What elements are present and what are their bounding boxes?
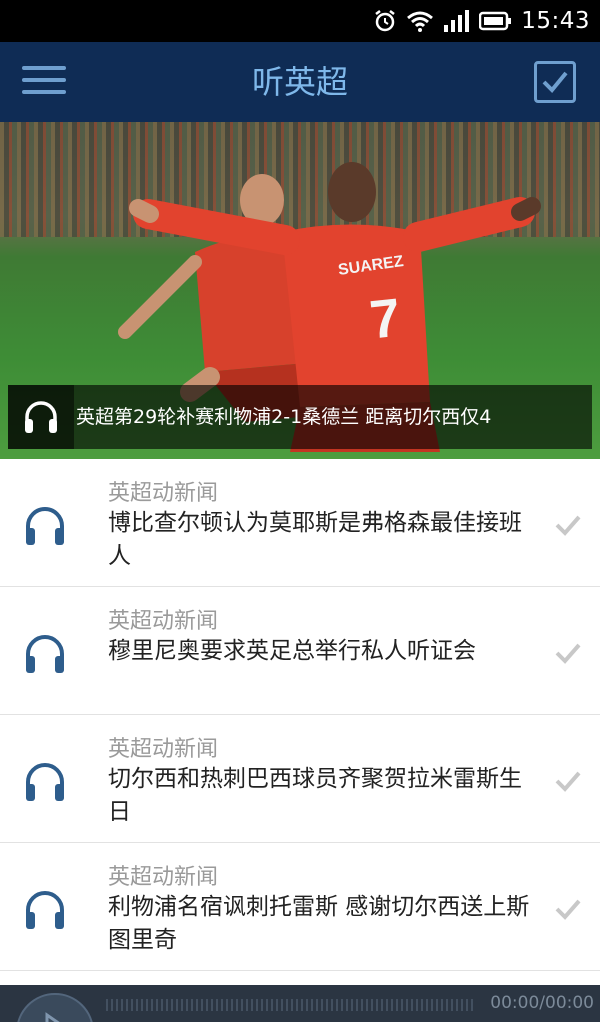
audio-player-bar: 00:00/00:00 — [0, 985, 600, 1022]
playback-time: 00:00/00:00 — [490, 993, 594, 1013]
checkmark-icon[interactable] — [554, 897, 582, 921]
headphones-icon[interactable] — [22, 761, 68, 803]
page-title: 听英超 — [251, 63, 348, 101]
hero-caption-text: 英超第29轮补赛利物浦2-1桑德兰 距离切尔西仅4 — [76, 406, 492, 428]
audio-progress-waveform[interactable] — [106, 999, 476, 1011]
list-item[interactable]: 英超动新闻 博比查尔顿认为莫耶斯是弗格森最佳接班人 — [0, 459, 600, 587]
wifi-icon — [407, 11, 434, 32]
checkmark-icon[interactable] — [554, 641, 582, 665]
status-icons: 15:43 — [373, 0, 590, 42]
news-category: 英超动新闻 — [108, 481, 219, 506]
headphones-icon[interactable] — [22, 889, 68, 931]
checkmark-icon[interactable] — [554, 769, 582, 793]
news-category: 英超动新闻 — [108, 609, 219, 634]
news-list: 英超动新闻 博比查尔顿认为莫耶斯是弗格森最佳接班人 英超动新闻 穆里尼奥要求英足… — [0, 459, 600, 971]
clock-time: 15:43 — [521, 8, 590, 34]
hero-caption-bar[interactable]: 英超第29轮补赛利物浦2-1桑德兰 距离切尔西仅4 — [8, 385, 592, 449]
news-title: 博比查尔顿认为莫耶斯是弗格森最佳接班人 — [108, 510, 522, 569]
news-category: 英超动新闻 — [108, 737, 219, 762]
news-title: 切尔西和热刺巴西球员齐聚贺拉米雷斯生日 — [108, 766, 522, 825]
headphones-icon[interactable] — [22, 633, 68, 675]
hero-banner[interactable]: SUAREZ 7 英超第29轮补赛利物浦2-1桑德兰 距离切尔西仅4 — [0, 122, 600, 459]
news-title: 穆里尼奥要求英足总举行私人听证会 — [108, 638, 476, 664]
status-bar: 15:43 — [0, 0, 600, 42]
list-item[interactable]: 英超动新闻 利物浦名宿讽刺托雷斯 感谢切尔西送上斯图里奇 — [0, 843, 600, 971]
news-category: 英超动新闻 — [108, 865, 219, 890]
alarm-icon — [375, 10, 395, 32]
battery-icon — [479, 11, 512, 31]
app-header: 听英超 — [0, 42, 600, 122]
play-button[interactable] — [16, 993, 94, 1022]
list-item[interactable]: 英超动新闻 切尔西和热刺巴西球员齐聚贺拉米雷斯生日 — [0, 715, 600, 843]
checkmark-icon[interactable] — [554, 513, 582, 537]
play-icon — [45, 1012, 60, 1022]
headphones-icon[interactable] — [22, 505, 68, 547]
list-item[interactable]: 英超动新闻 穆里尼奥要求英足总举行私人听证会 — [0, 587, 600, 715]
signal-icon — [444, 10, 470, 32]
news-title: 利物浦名宿讽刺托雷斯 感谢切尔西送上斯图里奇 — [108, 894, 530, 953]
jersey-number: 7 — [367, 288, 403, 351]
checkbox-icon[interactable] — [534, 61, 576, 103]
headphones-icon[interactable] — [8, 385, 74, 449]
